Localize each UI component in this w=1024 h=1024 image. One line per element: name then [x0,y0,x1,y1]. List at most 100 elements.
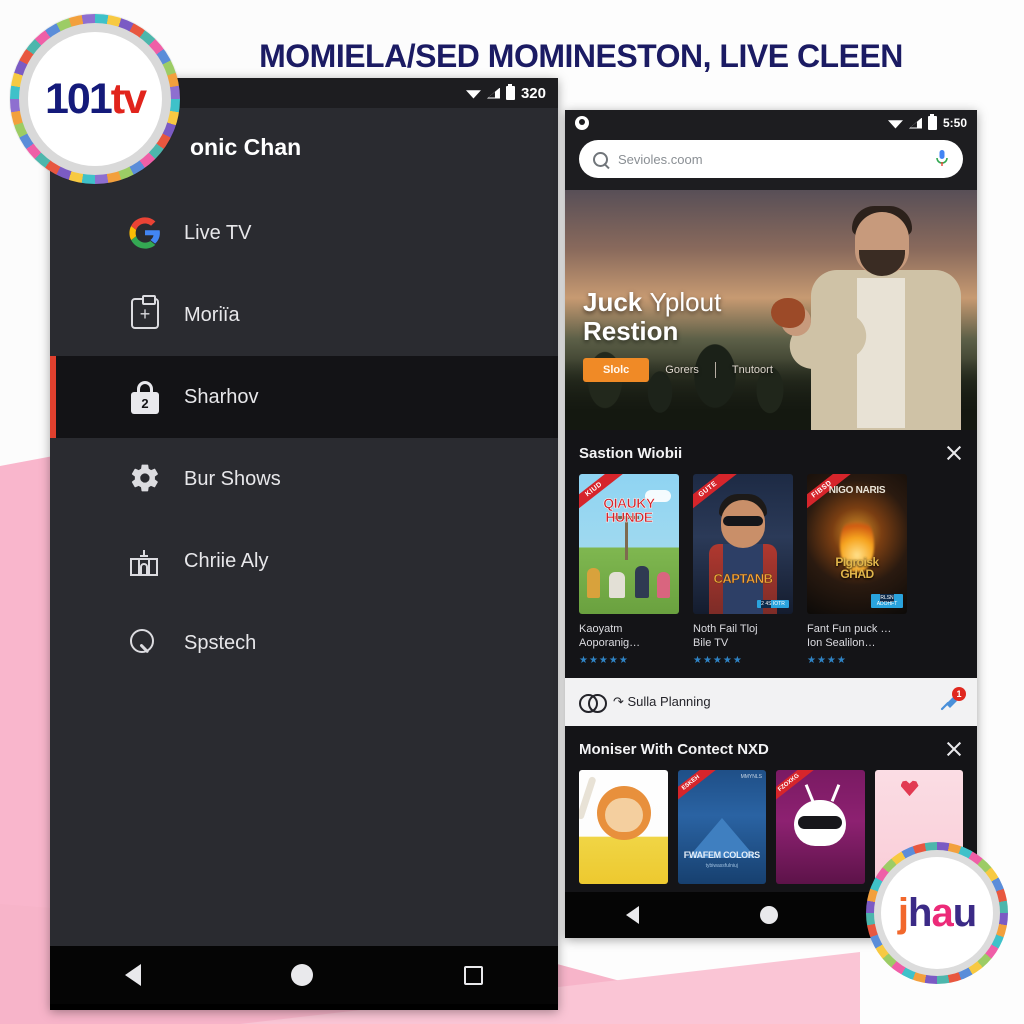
planning-bar-label: ↷ Sulla Planning [613,694,711,710]
hero-line-1: Juck Yplout [583,287,773,317]
section-title: Moniser With Contect NXD [579,740,769,758]
search-icon [593,151,608,167]
hero-line-1-bold: Juck [583,287,643,317]
search-bar-container: Sevioles.coom [565,136,977,190]
watermark-logo-inner: jhau [881,857,993,969]
back-icon[interactable] [125,964,142,986]
movie-card[interactable]: GUTE CAPTANB 2 4S IOTR Noth Fail Tloj Bi… [693,474,793,666]
sidebar-item-label: Bur Shows [184,467,281,490]
list-item[interactable] [579,770,668,885]
planning-bar-left: ↷ Sulla Planning [579,693,711,714]
movie-card[interactable]: FIBSD NIGO NARIS PIgroisk GHAD RLSN ADOH… [807,474,907,666]
right-statusbar: 5:50 [565,110,977,136]
sidebar-item-label: Chriie Aly [184,549,269,572]
poster-top-text: NIGO NARIS [828,485,886,496]
sidebar-item-live-tv[interactable]: Live TV [50,192,558,274]
watermark-letter-a: a [931,890,953,935]
watermark-logo-jhau: jhau [866,842,1008,984]
recents-icon[interactable] [463,965,483,985]
search-icon [128,626,162,660]
brand-logo-part2: tv [110,74,147,123]
hero-link-2[interactable]: Tnutoort [732,364,773,376]
hero-line-1-light: Yplout [649,287,722,317]
back-icon[interactable] [625,906,639,924]
lock-icon: 2 [128,380,162,414]
rating-stars: ★★★★★ [693,655,743,667]
sidebar-item-chriie-aly[interactable]: Chriie Aly [50,520,558,602]
home-icon[interactable] [760,906,779,924]
section-sastion-wiobii: Sastion Wiobii KIUD QIAUKY HUNDE Kaoyatm… [565,430,977,679]
sidebar-item-spstech[interactable]: Spstech [50,602,558,684]
page-title: MOMIELA/SED MOMINESTON, LIVE CLEEN [259,37,903,74]
close-icon[interactable] [945,740,963,758]
poster-title: QIAUKY HUNDE [603,495,655,526]
poster-badge: RLSN ADOHFT [871,594,903,608]
movie-title: Fant Fun puck … Ion Sealilon… [807,623,892,650]
card-subtitle: tybiwassfulniuj [705,863,738,870]
clipboard-add-icon [128,295,162,332]
movie-poster: KIUD QIAUKY HUNDE [579,474,679,614]
brand-logo-101tv: 101 tv [10,14,180,184]
watermark-letter-u: u [952,890,977,935]
hero-banner[interactable]: Juck Yplout Restion Slolc Gorers Tnutoor… [565,190,977,430]
lock-badge-count: 2 [131,392,159,414]
search-input[interactable]: Sevioles.coom [579,140,963,178]
close-icon[interactable] [945,444,963,462]
rings-icon [579,693,607,714]
section-title: Sastion Wiobii [579,444,683,462]
right-phone-screenshot: 5:50 Sevioles.coom Juck Yplout Restion S… [565,110,977,938]
poster-badge: 2 4S IOTR [757,600,789,608]
navigation-drawer: onic Chan Live TV Mo [50,108,558,946]
hero-line-2: Restion [583,316,679,347]
sidebar-item-moriia[interactable]: Moriïa [50,274,558,356]
hero-cta-button[interactable]: Slolc [583,358,650,383]
hero-actions: Slolc Gorers Tnutoort [583,358,773,383]
list-item[interactable]: ESKEH MMYNLS FWAFEM COLORS tybiwassfulni… [677,770,766,885]
list-item[interactable]: FZOXKG [776,770,865,885]
signal-icon [908,117,922,129]
search-query-text: Sevioles.coom [618,151,703,167]
statusbar-time: 5:50 [942,116,967,130]
movie-poster: GUTE CAPTANB 2 4S IOTR [693,474,793,614]
poster-title: PIgroisk GHAD [835,555,879,581]
left-phone-screenshot: 320 onic Chan Live TV + Moriïa 2 Sharhov… [50,78,558,1010]
mic-icon[interactable] [935,150,949,168]
left-navigation-bar [50,946,558,1004]
brand-logo-inner: 101 tv [28,32,162,166]
rating-stars: ★★★★★ [579,655,629,667]
poster-badge-bottom: ADOHFT [876,601,898,607]
brand-logo-part1: 101 [45,74,113,123]
pin-badge-count: 1 [952,687,966,702]
drawer-item-list: Live TV Moriïa 2 Sharhov [50,186,558,684]
hero-person-image [771,200,977,430]
sidebar-item-bur-shows[interactable]: Bur Shows [50,438,558,520]
google-g-icon [128,216,162,250]
sidebar-item-label: Live TV [184,221,252,244]
movie-title: Kaoyatm Aoporanig… [579,623,641,650]
home-icon[interactable] [291,964,314,986]
hero-link-separator [714,362,716,379]
pin-icon[interactable]: 1 [937,687,966,714]
watermark-letter-h: h [908,890,932,935]
sidebar-item-label: Sharhov [184,385,259,408]
card-corner-text: MMYNLS [740,774,762,781]
hero-link-1[interactable]: Gorers [665,364,699,376]
signal-icon [486,87,500,99]
sidebar-item-label: Spstech [184,631,257,654]
wifi-icon [465,90,481,99]
card-ribbon: ESKEH [677,770,720,808]
section-header: Sastion Wiobii [579,444,963,462]
sidebar-item-sharhov[interactable]: 2 Sharhov [50,356,558,438]
movie-card[interactable]: KIUD QIAUKY HUNDE Kaoyatm Aoporanig… ★★★… [579,474,679,666]
planning-bar[interactable]: ↷ Sulla Planning 1 [565,678,977,727]
statusbar-time: 320 [520,84,546,102]
poster-badge-top: 2 4S [761,600,772,608]
movie-poster: FIBSD NIGO NARIS PIgroisk GHAD RLSN ADOH… [807,474,907,614]
battery-icon [505,83,515,100]
right-screen-content: Sevioles.coom Juck Yplout Restion Slolc … [565,136,977,892]
hero-text-block: Juck Yplout Restion Slolc Gorers Tnutoor… [583,287,773,383]
wifi-icon [887,120,903,129]
battery-icon [927,113,937,130]
statusbar-left-icons [575,116,589,130]
movie-card-list: KIUD QIAUKY HUNDE Kaoyatm Aoporanig… ★★★… [579,474,963,666]
